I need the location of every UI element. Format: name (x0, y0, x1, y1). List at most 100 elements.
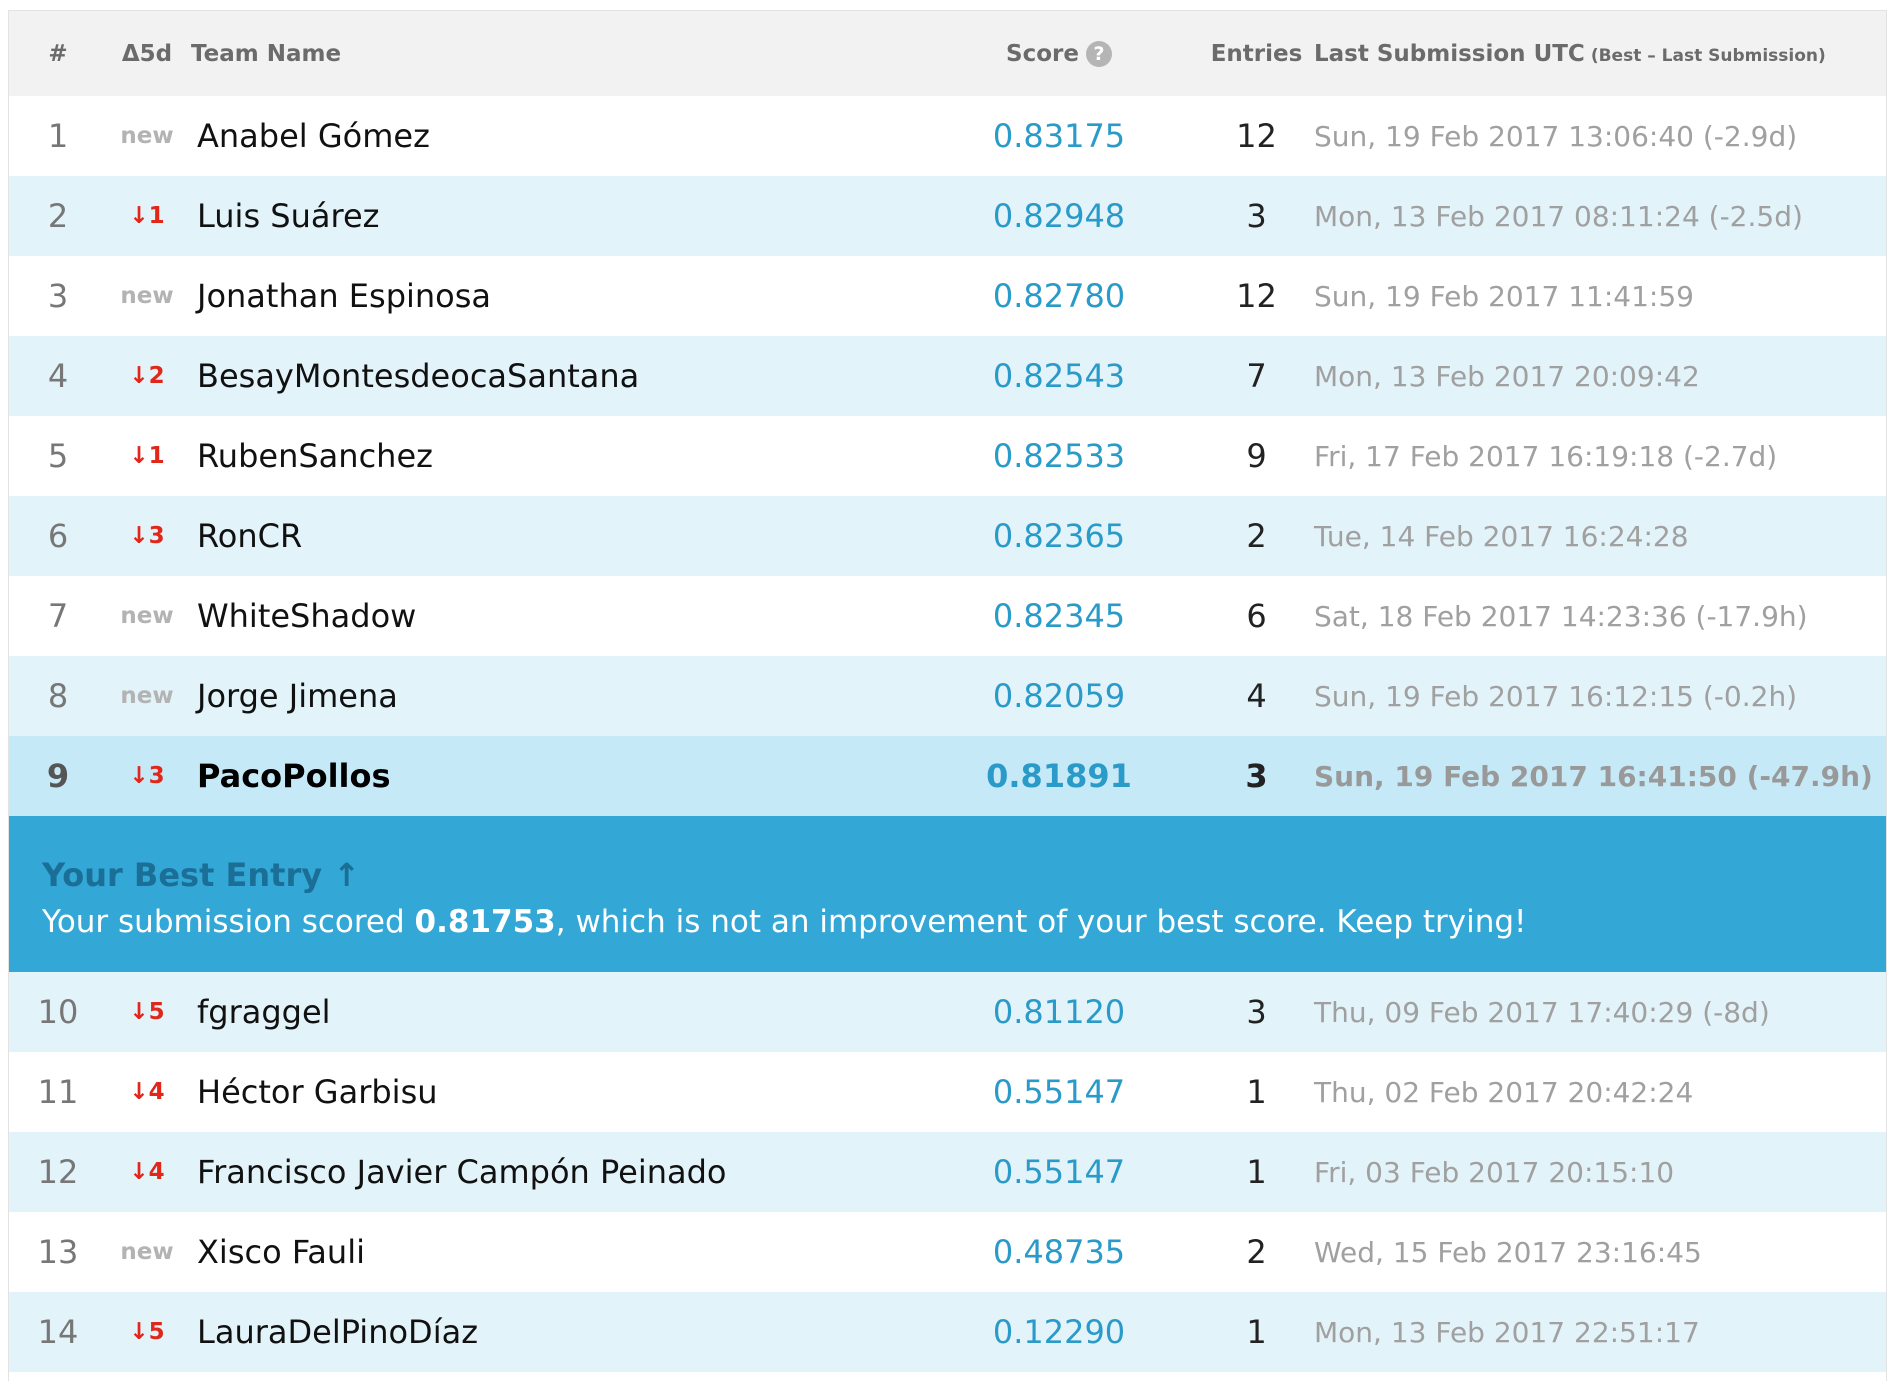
last-submission-time: Fri, 03 Feb 2017 20:15:10 (1314, 1155, 1675, 1189)
team-name-link[interactable]: WhiteShadow (197, 576, 917, 656)
banner-msg-suffix: , which is not an improvement of your be… (555, 904, 1527, 940)
team-name-link[interactable]: Xisco Fauli (197, 1212, 917, 1292)
entries-count: 3 (1246, 993, 1267, 1031)
entries-count: 12 (1236, 117, 1277, 155)
team-name-link[interactable]: RonCR (197, 496, 917, 576)
header-last-label: Last Submission UTC (1314, 40, 1585, 67)
table-row: 13 new Xisco Fauli 0.48735 2 Wed, 15 Feb 2017… (9, 1212, 1886, 1292)
table-row: 1 new Anabel Gómez 0.83175 12 Sun, 19 Feb 201… (9, 96, 1886, 176)
question-circle-icon[interactable]: ? (1085, 40, 1112, 67)
score-value: 0.82780 (992, 277, 1126, 315)
delta-new-label: new (120, 1239, 174, 1265)
delta-badge: ↓5 (107, 1292, 187, 1372)
delta-new-label: new (120, 603, 174, 629)
team-name-link[interactable]: PacoPollos (197, 736, 917, 816)
last-submission-time: Sun, 19 Feb 2017 13:06:40 (-2.9d) (1314, 119, 1798, 153)
last-submission-time: Mon, 13 Feb 2017 22:51:17 (1314, 1315, 1700, 1349)
rank-cell: 9 (46, 757, 70, 795)
rank-cell: 11 (37, 1073, 79, 1111)
delta-badge: ↓5 (107, 972, 187, 1052)
header-team-name[interactable]: Team Name (191, 11, 911, 96)
last-submission-time: Fri, 17 Feb 2017 16:19:18 (-2.7d) (1314, 439, 1778, 473)
team-name-link[interactable]: BesayMontesdeocaSantana (197, 336, 917, 416)
entries-count: 1 (1246, 1313, 1267, 1351)
delta-badge: ↓1 (107, 416, 187, 496)
last-submission-time: Sun, 19 Feb 2017 16:41:50 (-47.9h) (1314, 759, 1873, 793)
table-row: 4 ↓2 BesayMontesdeocaSantana 0.82543 7 Mon, 1… (9, 336, 1886, 416)
team-name-link[interactable]: fgraggel (197, 972, 917, 1052)
score-value: 0.55147 (992, 1073, 1126, 1111)
entries-count: 6 (1246, 597, 1267, 635)
team-name-link[interactable]: Luis Suárez (197, 176, 917, 256)
rank-cell: 5 (47, 437, 69, 475)
entries-count: 4 (1246, 677, 1267, 715)
delta-badge: ↓1 (107, 176, 187, 256)
delta-down-label: ↓3 (129, 763, 165, 789)
header-delta[interactable]: Δ5d (107, 11, 187, 96)
team-name-link[interactable]: Anabel Gómez (197, 96, 917, 176)
entries-count: 3 (1246, 197, 1267, 235)
best-entry-banner: Your Best Entry ↑ Your submission scored… (9, 816, 1886, 972)
table-row: 2 ↓1 Luis Suárez 0.82948 3 Mon, 13 Feb 2017 0… (9, 176, 1886, 256)
score-value: 0.82365 (992, 517, 1126, 555)
delta-badge: ↓3 (107, 496, 187, 576)
delta-badge: ↓3 (107, 736, 187, 816)
score-value: 0.82533 (992, 437, 1126, 475)
delta-down-label: ↓3 (129, 523, 165, 549)
delta-down-label: ↓2 (129, 363, 165, 389)
header-last-submission[interactable]: Last Submission UTC (Best – Last Submiss… (1314, 11, 1884, 96)
rank-cell: 3 (47, 277, 69, 315)
table-row: 7 new WhiteShadow 0.82345 6 Sat, 18 Feb 2017 … (9, 576, 1886, 656)
entries-count: 7 (1246, 357, 1267, 395)
score-value: 0.81891 (986, 757, 1132, 795)
rank-cell: 6 (47, 517, 69, 555)
entries-count: 1 (1246, 1073, 1267, 1111)
team-name-link[interactable]: Jonathan Espinosa (197, 256, 917, 336)
team-name-link[interactable]: Francisco Javier Campón Peinado (197, 1132, 917, 1212)
header-score-label: Score (1006, 40, 1079, 67)
delta-down-label: ↓4 (129, 1159, 165, 1185)
banner-title[interactable]: Your Best Entry ↑ (42, 856, 360, 894)
header-rank[interactable]: # (9, 11, 107, 96)
team-name-link[interactable]: LauraDelPinoDíaz (197, 1292, 917, 1372)
score-value: 0.82948 (992, 197, 1126, 235)
delta-badge: new (107, 656, 187, 736)
last-submission-time: Tue, 14 Feb 2017 16:24:28 (1314, 519, 1689, 553)
delta-down-label: ↓1 (129, 443, 165, 469)
last-submission-time: Sat, 18 Feb 2017 14:23:36 (-17.9h) (1314, 599, 1808, 633)
delta-badge: ↓4 (107, 1132, 187, 1212)
header-score[interactable]: Score ? (909, 11, 1209, 96)
delta-badge: ↓2 (107, 336, 187, 416)
banner-msg-prefix: Your submission scored (42, 904, 415, 940)
table-row: 6 ↓3 RonCR 0.82365 2 Tue, 14 Feb 2017 16:24:2… (9, 496, 1886, 576)
team-name-link[interactable]: Héctor Garbisu (197, 1052, 917, 1132)
delta-down-label: ↓5 (129, 1319, 165, 1345)
last-submission-time: Mon, 13 Feb 2017 08:11:24 (-2.5d) (1314, 199, 1803, 233)
delta-badge: new (107, 256, 187, 336)
team-name-link[interactable]: RubenSanchez (197, 416, 917, 496)
table-row: 5 ↓1 RubenSanchez 0.82533 9 Fri, 17 Feb 2017 … (9, 416, 1886, 496)
score-value: 0.82543 (992, 357, 1126, 395)
header-last-sublabel: (Best – Last Submission) (1590, 45, 1826, 66)
score-value: 0.82345 (992, 597, 1126, 635)
delta-badge: new (107, 1212, 187, 1292)
rank-cell: 4 (47, 357, 69, 395)
table-row: 12 ↓4 Francisco Javier Campón Peinado 0.551… (9, 1132, 1886, 1212)
table-row: 14 ↓5 LauraDelPinoDíaz 0.12290 1 Mon, 13 Feb … (9, 1292, 1886, 1372)
last-submission-time: Sun, 19 Feb 2017 16:12:15 (-0.2h) (1314, 679, 1798, 713)
last-submission-time: Sun, 19 Feb 2017 11:41:59 (1314, 279, 1694, 313)
last-submission-time: Mon, 13 Feb 2017 20:09:42 (1314, 359, 1700, 393)
entries-count: 2 (1246, 517, 1267, 555)
team-name-link[interactable]: Jorge Jimena (197, 656, 917, 736)
last-submission-time: Wed, 15 Feb 2017 23:16:45 (1314, 1235, 1702, 1269)
table-row: 11 ↓4 Héctor Garbisu 0.55147 1 Thu, 02 Feb 20… (9, 1052, 1886, 1132)
rank-cell: 8 (47, 677, 69, 715)
header-entries[interactable]: Entries (1179, 11, 1334, 96)
rank-cell: 2 (47, 197, 69, 235)
last-submission-time: Thu, 09 Feb 2017 17:40:29 (-8d) (1314, 995, 1770, 1029)
score-value: 0.82059 (992, 677, 1126, 715)
entries-count: 1 (1246, 1153, 1267, 1191)
rank-cell: 1 (47, 117, 69, 155)
entries-count: 9 (1246, 437, 1267, 475)
last-submission-time: Thu, 02 Feb 2017 20:42:24 (1314, 1075, 1694, 1109)
